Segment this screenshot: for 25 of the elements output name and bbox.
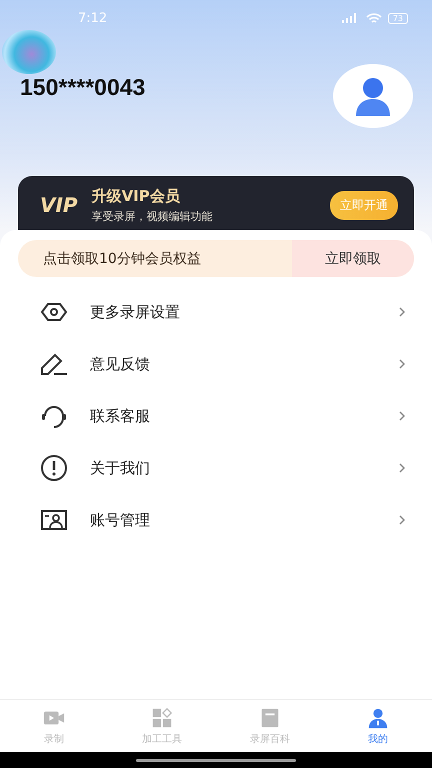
vip-title: 升级VIP会员 xyxy=(92,186,181,206)
menu-item[interactable]: 意见反馈 xyxy=(18,338,414,390)
vip-logo: VIP xyxy=(40,193,78,217)
grid-icon xyxy=(151,706,173,728)
menu-item[interactable]: 更多录屏设置 xyxy=(18,286,414,338)
chevron-right-icon xyxy=(398,410,406,422)
wifi-icon xyxy=(366,12,382,24)
chevron-right-icon xyxy=(398,462,406,474)
home-indicator[interactable] xyxy=(136,758,296,762)
person-icon xyxy=(367,706,389,728)
menu-item[interactable]: 账号管理 xyxy=(18,494,414,546)
claim-text: 点击领取10分钟会员权益 xyxy=(42,250,202,268)
chevron-right-icon xyxy=(398,358,406,370)
menu-item[interactable]: 联系客服 xyxy=(18,390,414,442)
claim-button[interactable]: 立即领取 xyxy=(292,240,414,277)
phone-number: 150****0043 xyxy=(20,74,146,101)
vip-subtitle: 享受录屏，视频编辑功能 xyxy=(92,208,214,224)
status-time: 7:12 xyxy=(78,10,108,26)
book-icon xyxy=(259,706,281,728)
menu-item[interactable]: 关于我们 xyxy=(18,442,414,494)
chevron-right-icon xyxy=(398,514,406,526)
battery-indicator: 73 xyxy=(388,12,408,24)
info-icon xyxy=(40,454,68,482)
tab-item[interactable]: 我的 xyxy=(324,700,432,752)
chevron-right-icon xyxy=(398,306,406,318)
